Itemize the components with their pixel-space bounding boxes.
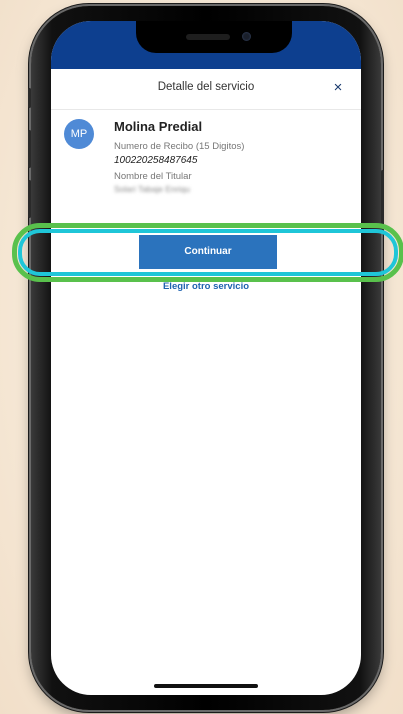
receipt-number-label: Numero de Recibo (15 Digitos): [114, 141, 245, 152]
volume-down-button: [28, 180, 31, 218]
highlight-ring-inner: [18, 229, 398, 276]
speaker: [186, 34, 230, 40]
volume-up-button: [28, 130, 31, 168]
page-title: Detalle del servicio: [157, 81, 255, 93]
notch: [136, 21, 292, 53]
home-indicator: [154, 684, 258, 688]
power-button: [381, 170, 384, 230]
close-icon[interactable]: ×: [327, 77, 349, 99]
service-name: Molina Predial: [114, 119, 203, 134]
phone-screen: Detalle del servicio × MP Molina Predial…: [51, 21, 361, 695]
silent-switch: [28, 88, 31, 108]
holder-name-value: Solari Tabaje Enriqu: [114, 184, 190, 194]
receipt-number-value: 100220258487645: [114, 155, 198, 166]
modal-header: Detalle del servicio ×: [51, 69, 361, 110]
camera-icon: [242, 32, 251, 41]
choose-other-service-link[interactable]: Elegir otro servicio: [51, 281, 361, 292]
holder-name-label: Nombre del Titular: [114, 171, 192, 182]
avatar: MP: [64, 119, 94, 149]
